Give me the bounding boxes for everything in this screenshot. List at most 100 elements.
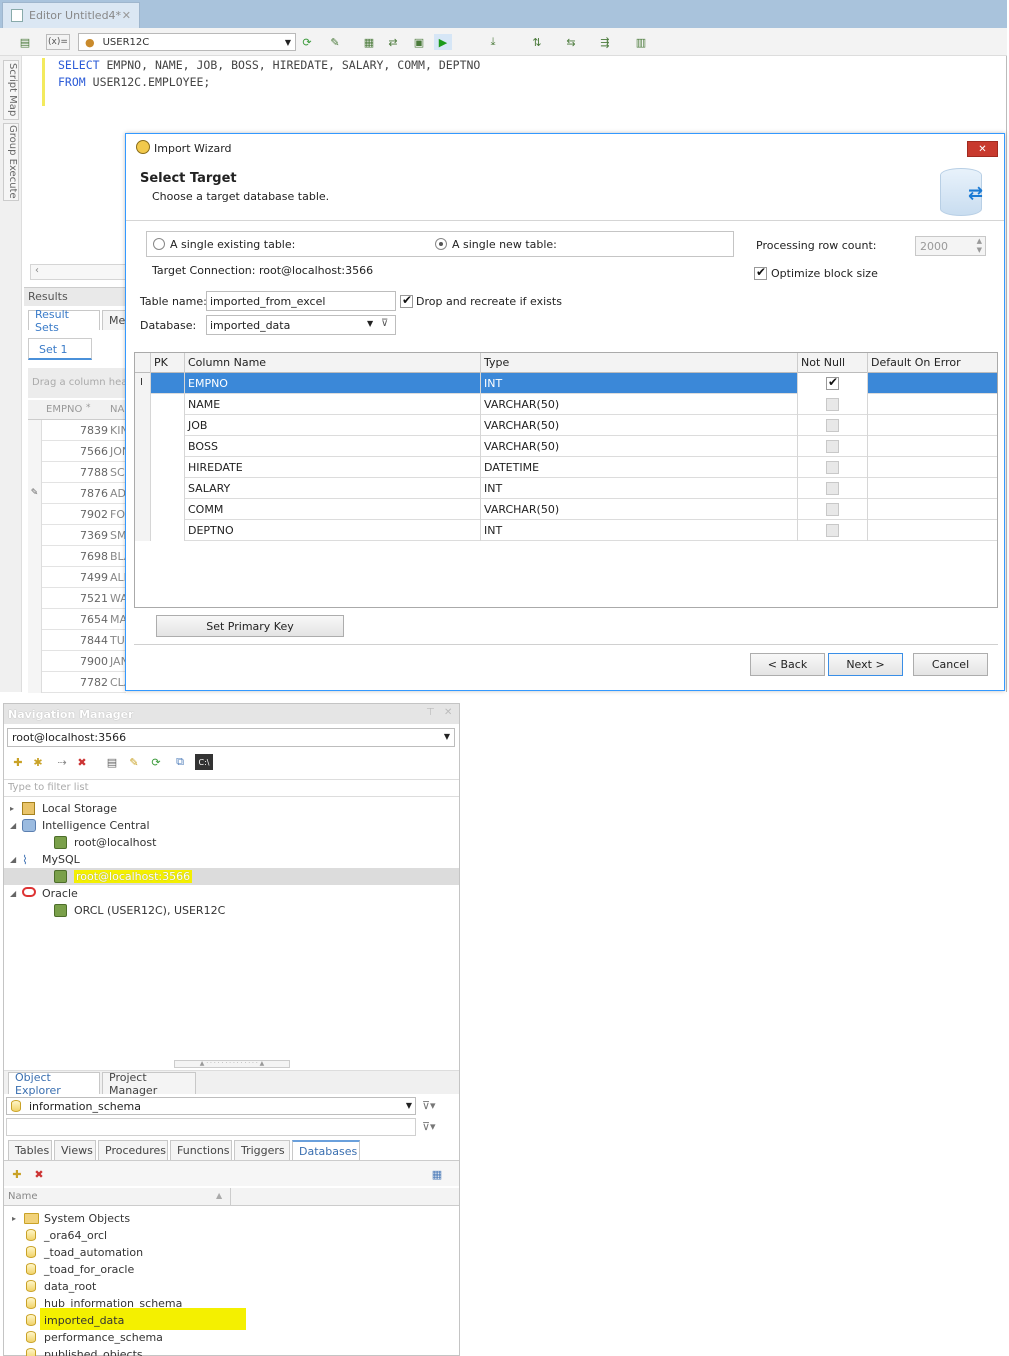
nav-connection-select[interactable]: root@localhost:3566 ▼ xyxy=(7,728,455,747)
cell-type[interactable]: INT xyxy=(481,373,798,394)
expand-arrow-icon[interactable]: ◢ xyxy=(10,855,16,864)
cell-pk[interactable] xyxy=(151,520,185,541)
table-row[interactable]: 7654 MA xyxy=(28,609,127,630)
tab-tables[interactable]: Tables xyxy=(8,1140,52,1160)
expand-arrow-icon[interactable]: ▸ xyxy=(10,804,14,813)
filter-icon[interactable]: ⊽▾ xyxy=(422,1099,436,1112)
spinner-icon[interactable]: ▲ ▼ xyxy=(977,237,982,255)
optimize-block-size-label[interactable]: Optimize block size xyxy=(771,267,878,280)
connection-selector[interactable]: ● USER12C ▼ xyxy=(78,33,296,51)
export-icon[interactable]: ⤓ xyxy=(484,34,502,50)
tab-views[interactable]: Views xyxy=(54,1140,96,1160)
cell-pk[interactable] xyxy=(151,394,185,415)
table-row[interactable]: 7369 SM xyxy=(28,525,126,546)
table-name-input[interactable]: imported_from_excel xyxy=(206,291,396,311)
arrows-icon[interactable]: ⇄ xyxy=(384,34,402,50)
row-selector[interactable] xyxy=(135,436,151,457)
format-icon[interactable]: ✎ xyxy=(326,34,344,50)
disconnect-icon[interactable]: ⇢ xyxy=(53,754,71,770)
cell-type[interactable]: INT xyxy=(481,478,798,499)
list-item[interactable]: imported_data xyxy=(4,1308,459,1330)
side-tab-group-execute[interactable]: Group Execute xyxy=(3,123,19,201)
drop-recreate-label[interactable]: Drop and recreate if exists xyxy=(416,295,562,308)
cell-default-on-error[interactable] xyxy=(868,436,997,457)
chevron-down-icon[interactable]: ▼ xyxy=(367,319,373,328)
list-item[interactable]: ▸ System Objects xyxy=(4,1210,459,1227)
header-not-null[interactable]: Not Null xyxy=(798,353,868,373)
nav-tree-item[interactable]: ◢ Intelligence Central xyxy=(4,817,459,834)
grid-row[interactable]: COMM VARCHAR(50) xyxy=(135,499,997,520)
drop-database-icon[interactable]: ✖ xyxy=(30,1166,48,1182)
grid-row[interactable]: DEPTNO INT xyxy=(135,520,997,541)
close-icon[interactable]: ✕ xyxy=(444,707,452,718)
cell-type[interactable]: VARCHAR(50) xyxy=(481,394,798,415)
pin-icon[interactable]: ⊤ xyxy=(426,707,435,718)
new-database-icon[interactable]: ✚ xyxy=(8,1166,26,1182)
cell-column-name[interactable]: HIREDATE xyxy=(185,457,481,478)
cell-not-null[interactable] xyxy=(798,520,868,541)
cell-not-null[interactable] xyxy=(798,394,868,415)
editor-tab[interactable]: Editor Untitled4* ✕ xyxy=(2,2,140,28)
compare-icon[interactable]: ⇅ xyxy=(528,34,546,50)
list-item[interactable]: published_objects xyxy=(4,1346,459,1356)
object-filter-input[interactable] xyxy=(6,1118,416,1136)
tab-triggers[interactable]: Triggers xyxy=(234,1140,290,1160)
table-row[interactable]: 7566 JON xyxy=(28,441,130,462)
row-selector[interactable] xyxy=(135,415,151,436)
cell-pk[interactable] xyxy=(151,499,185,520)
sync-icon[interactable]: ⇆ xyxy=(562,34,580,50)
table-row[interactable]: ✎ 7876 AD xyxy=(28,483,126,504)
table-row[interactable]: 7788 SC xyxy=(28,462,126,483)
cell-type[interactable]: VARCHAR(50) xyxy=(481,499,798,520)
cell-column-name[interactable]: JOB xyxy=(185,415,481,436)
not-null-checkbox[interactable] xyxy=(826,461,839,474)
console-icon[interactable]: C:\ xyxy=(195,754,213,770)
not-null-checkbox[interactable] xyxy=(826,419,839,432)
new-connection-icon[interactable]: ✚ xyxy=(9,754,27,770)
table-row[interactable]: 7900 JAN xyxy=(28,651,129,672)
tab-set-1[interactable]: Set 1 xyxy=(28,338,92,360)
tab-object-explorer[interactable]: Object Explorer xyxy=(8,1071,100,1097)
filter-icon[interactable]: ⊽▾ xyxy=(422,1120,436,1133)
new-group-icon[interactable]: ✱ xyxy=(29,754,47,770)
chart-icon[interactable]: ▥ xyxy=(632,34,650,50)
execute-script-icon[interactable]: ▤ xyxy=(16,34,34,50)
database-select[interactable]: imported_data ▼ ⊽ xyxy=(206,315,396,335)
table-row[interactable]: 7902 FO xyxy=(28,504,126,525)
cell-not-null[interactable] xyxy=(798,373,868,394)
cell-column-name[interactable]: SALARY xyxy=(185,478,481,499)
radio-new-label[interactable]: A single new table: xyxy=(452,238,557,251)
not-null-checkbox[interactable] xyxy=(826,440,839,453)
side-tab-script-map[interactable]: Script Map xyxy=(3,60,19,120)
nav-tree-item[interactable]: ◢ ⌇ MySQL xyxy=(4,851,459,868)
cell-default-on-error[interactable] xyxy=(868,478,997,499)
next-button[interactable]: Next > xyxy=(828,653,903,676)
cell-pk[interactable] xyxy=(151,415,185,436)
row-selector[interactable] xyxy=(135,478,151,499)
nav-tree-item[interactable]: ORCL (USER12C), USER12C xyxy=(4,902,459,919)
list-item[interactable]: _ora64_orcl xyxy=(4,1227,459,1244)
not-null-checkbox[interactable] xyxy=(826,524,839,537)
cell-not-null[interactable] xyxy=(798,436,868,457)
close-button[interactable]: ✕ xyxy=(967,141,998,157)
back-button[interactable]: < Back xyxy=(750,653,825,676)
nav-tree-item[interactable]: root@localhost:3566 xyxy=(4,868,459,885)
not-null-checkbox[interactable] xyxy=(826,503,839,516)
cell-not-null[interactable] xyxy=(798,457,868,478)
cancel-button[interactable]: Cancel xyxy=(913,653,988,676)
cell-not-null[interactable] xyxy=(798,499,868,520)
cell-column-name[interactable]: DEPTNO xyxy=(185,520,481,541)
refresh-icon[interactable]: ⟳ xyxy=(147,754,165,770)
sql-line-1[interactable]: SELECT EMPNO, NAME, JOB, BOSS, HIREDATE,… xyxy=(58,58,480,72)
radio-existing-label[interactable]: A single existing table: xyxy=(170,238,295,251)
cell-column-name[interactable]: COMM xyxy=(185,499,481,520)
row-selector[interactable] xyxy=(135,520,151,541)
expand-arrow-icon[interactable]: ◢ xyxy=(10,821,16,830)
cell-type[interactable]: INT xyxy=(481,520,798,541)
tab-procedures[interactable]: Procedures xyxy=(98,1140,168,1160)
close-icon[interactable]: ✕ xyxy=(122,9,131,22)
cell-default-on-error[interactable] xyxy=(868,415,997,436)
cell-default-on-error[interactable] xyxy=(868,457,997,478)
expand-arrow-icon[interactable]: ▸ xyxy=(12,1214,16,1223)
list-item[interactable]: _toad_automation xyxy=(4,1244,459,1261)
